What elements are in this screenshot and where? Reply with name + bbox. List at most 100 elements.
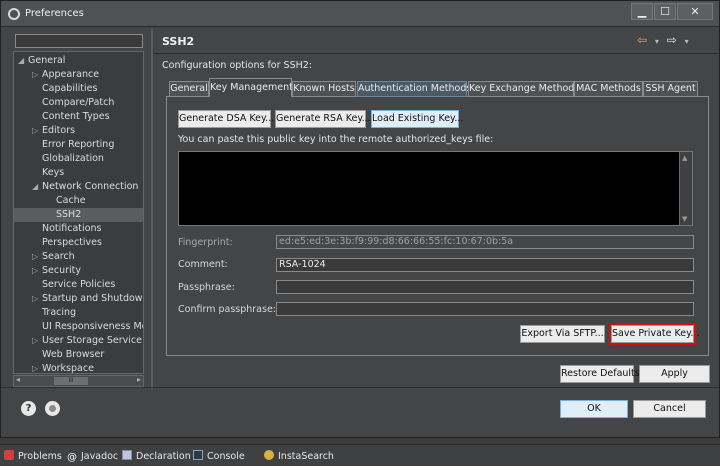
tree-item-label: Globalization xyxy=(42,153,104,164)
tree-item-label: Startup and Shutdown xyxy=(42,293,144,304)
tree-item-label: Error Reporting xyxy=(42,139,115,150)
tree-item[interactable]: ▷ Search xyxy=(32,250,75,264)
title-separator xyxy=(153,53,719,54)
tree-item[interactable]: Notifications xyxy=(32,222,101,236)
scroll-up-icon[interactable]: ▲ xyxy=(682,154,687,162)
tree-item[interactable]: Error Reporting xyxy=(32,138,114,152)
expand-arrow-icon[interactable]: ▷ xyxy=(32,264,42,278)
generate-dsa-key-button[interactable]: Generate DSA Key... xyxy=(178,110,274,128)
tab-authentication-methods[interactable]: Authentication Methods xyxy=(357,81,471,97)
maximize-button[interactable]: ☐ xyxy=(654,3,676,20)
view-tab-instasearch[interactable]: InstaSearch xyxy=(264,450,334,464)
tree-item-label: Keys xyxy=(42,167,65,178)
scroll-grip[interactable]: III xyxy=(54,377,88,385)
tree-item[interactable]: UI Responsiveness Monitoring xyxy=(32,320,143,334)
tree-item[interactable]: ▷ Workspace xyxy=(32,362,94,374)
view-tab-console[interactable]: Console xyxy=(193,450,245,464)
tree-item[interactable]: Compare/Patch xyxy=(32,96,114,110)
tree-item-label: SSH2 xyxy=(56,209,82,220)
tab-key-management[interactable]: Key Management xyxy=(209,78,293,97)
title-bar: Preferences ▁ ☐ ✕ xyxy=(1,1,719,27)
view-tab-declaration[interactable]: Declaration xyxy=(122,450,191,464)
tree-horizontal-scrollbar[interactable]: ◂ III ▸ xyxy=(13,375,144,387)
tree-item[interactable]: SSH2 xyxy=(14,208,143,222)
tree-item[interactable]: Content Types xyxy=(32,110,110,124)
expand-arrow-icon[interactable]: ▷ xyxy=(32,68,42,82)
tree-item-label: Perspectives xyxy=(42,237,102,248)
view-label: Console xyxy=(207,451,245,462)
record-macro-icon[interactable] xyxy=(45,401,60,416)
tree-item[interactable]: Perspectives xyxy=(32,236,102,250)
expand-arrow-icon[interactable]: ▷ xyxy=(32,334,42,348)
tree-item-label: Workspace xyxy=(42,363,94,374)
scroll-right-icon[interactable]: ▸ xyxy=(137,375,141,384)
tree-item-label: Compare/Patch xyxy=(42,97,115,108)
tree-item[interactable]: Keys xyxy=(32,166,64,180)
tree-item[interactable]: Tracing xyxy=(32,306,76,320)
tree-item-label: Web Browser xyxy=(42,349,105,360)
confirm-passphrase-field[interactable] xyxy=(276,302,694,316)
view-tab-javadoc[interactable]: @ Javadoc xyxy=(67,450,118,464)
tree-item[interactable]: ◢ Network Connection xyxy=(32,180,138,194)
tree-item[interactable]: ▷ User Storage Service xyxy=(32,334,142,348)
back-dropdown-icon[interactable]: ▾ xyxy=(655,37,659,46)
scroll-down-icon[interactable]: ▼ xyxy=(682,215,687,223)
javadoc-icon: @ xyxy=(67,452,77,463)
tree-item[interactable]: ▷ Security xyxy=(32,264,81,278)
key-scrollbar[interactable]: ▲ ▼ xyxy=(679,152,692,225)
tab-ssh-agent[interactable]: SSH Agent xyxy=(643,81,698,97)
view-label: Javadoc xyxy=(81,451,119,462)
tree-item-label: Service Policies xyxy=(42,279,116,290)
save-private-key-button[interactable]: Save Private Key... xyxy=(609,323,699,345)
close-button[interactable]: ✕ xyxy=(677,3,713,20)
tree-item[interactable]: Service Policies xyxy=(32,278,115,292)
tree-item[interactable]: Globalization xyxy=(32,152,104,166)
fingerprint-label: Fingerprint: xyxy=(178,237,233,248)
ok-button[interactable]: OK xyxy=(560,400,628,418)
tree-item[interactable]: ▷ Appearance xyxy=(32,68,99,82)
panel-divider[interactable] xyxy=(151,29,153,389)
forward-dropdown-icon[interactable]: ▾ xyxy=(685,37,689,46)
passphrase-field[interactable] xyxy=(276,280,694,294)
restore-defaults-button[interactable]: Restore Defaults xyxy=(560,365,640,383)
apply-button[interactable]: Apply xyxy=(639,365,710,383)
minimize-button[interactable]: ▁ xyxy=(631,3,653,20)
tree-item[interactable]: ▷ Startup and Shutdown xyxy=(32,292,144,306)
preferences-dialog: Preferences ▁ ☐ ✕ ◢ General ▷ Appearance Cap… xyxy=(0,0,720,438)
history-navigation: ⇦ ▾ ⇨ ▾ xyxy=(637,33,693,47)
load-existing-key-button[interactable]: Load Existing Key... xyxy=(371,110,463,128)
filter-input[interactable] xyxy=(15,34,143,48)
generate-rsa-key-button[interactable]: Generate RSA Key... xyxy=(275,110,371,128)
tree-item[interactable]: Capabilities xyxy=(32,82,97,96)
tree-item[interactable]: Web Browser xyxy=(32,348,104,362)
expand-arrow-icon[interactable]: ◢ xyxy=(18,54,28,68)
comment-field[interactable]: RSA-1024 xyxy=(276,258,694,272)
export-via-sftp-button[interactable]: Export Via SFTP... xyxy=(520,325,605,343)
tab-mac-methods[interactable]: MAC Methods xyxy=(574,81,643,97)
cancel-button[interactable]: Cancel xyxy=(633,400,706,418)
declaration-icon xyxy=(122,450,132,460)
tree-item-label: Cache xyxy=(56,195,86,206)
scroll-left-icon[interactable]: ◂ xyxy=(16,375,20,384)
tab-key-exchange-methods[interactable]: Key Exchange Methods xyxy=(468,81,579,97)
expand-arrow-icon[interactable]: ▷ xyxy=(32,362,42,373)
preferences-tree: ◢ General ▷ Appearance Capabilities Compare/P… xyxy=(13,51,144,374)
expand-arrow-icon[interactable]: ◢ xyxy=(32,180,42,194)
view-tab-problems[interactable]: Problems xyxy=(4,450,62,464)
expand-arrow-icon[interactable]: ▷ xyxy=(32,250,42,264)
tree-item[interactable]: ◢ General xyxy=(18,54,65,68)
tree-item[interactable]: ▷ Editors xyxy=(32,124,75,138)
help-icon[interactable]: ? xyxy=(21,401,36,416)
expand-arrow-icon[interactable]: ▷ xyxy=(32,124,42,138)
tree-item-label: Capabilities xyxy=(42,83,98,94)
tab-general[interactable]: General xyxy=(169,81,209,97)
back-arrow-icon[interactable]: ⇦ xyxy=(637,33,647,47)
tree-item-label: Network Connection xyxy=(42,181,139,192)
tree-item-label: Appearance xyxy=(42,69,100,80)
public-key-label: You can paste this public key into the r… xyxy=(178,134,494,145)
expand-arrow-icon[interactable]: ▷ xyxy=(32,292,42,306)
forward-arrow-icon[interactable]: ⇨ xyxy=(667,33,677,47)
tree-item[interactable]: Cache xyxy=(46,194,86,208)
public-key-textarea[interactable]: ▲ ▼ xyxy=(178,151,693,226)
tab-known-hosts[interactable]: Known Hosts xyxy=(292,81,356,97)
